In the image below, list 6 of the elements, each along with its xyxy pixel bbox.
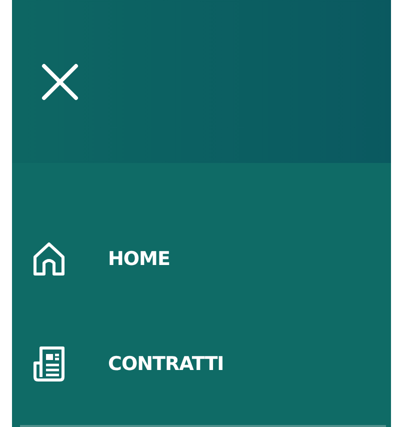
- menu-item[interactable]: HOME: [32, 241, 170, 278]
- house-icon: [32, 241, 66, 278]
- newspaper-icon: [32, 345, 66, 384]
- close-icon: [40, 62, 80, 102]
- close-button[interactable]: [40, 62, 80, 102]
- menu-item[interactable]: CONTRATTI: [32, 345, 224, 384]
